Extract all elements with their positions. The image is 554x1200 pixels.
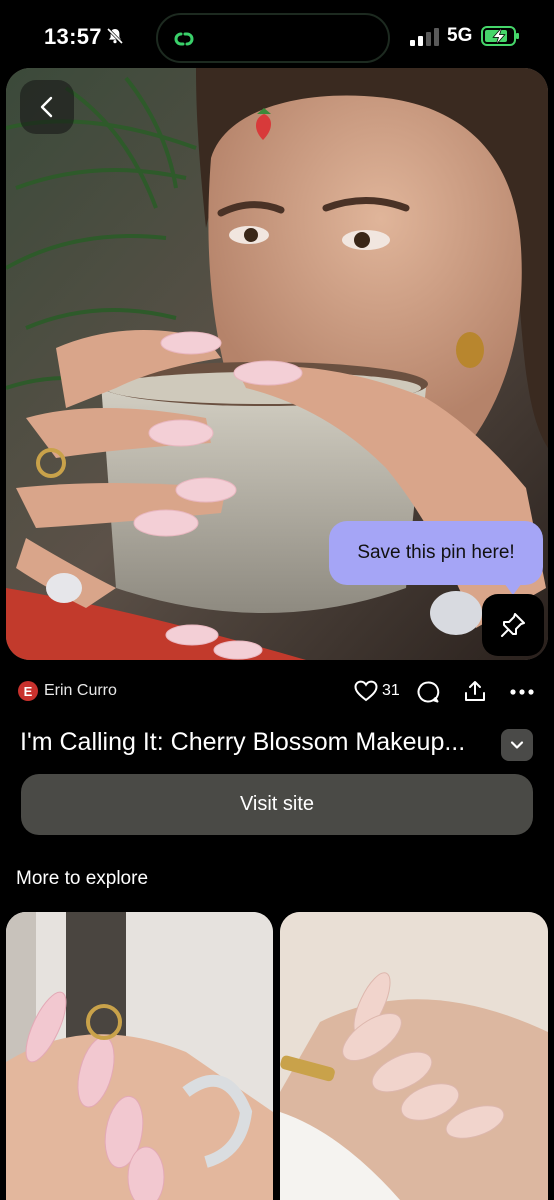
like-count: 31	[382, 682, 400, 699]
pin-icon	[501, 613, 525, 637]
visit-site-label: Visit site	[239, 793, 315, 815]
author-avatar[interactable]: E	[18, 681, 38, 701]
save-pin-button[interactable]	[482, 594, 544, 656]
author-initial: E	[23, 683, 33, 699]
explore-card-image	[280, 912, 548, 1200]
expand-description-button[interactable]	[501, 729, 533, 761]
save-tooltip: Save this pin here!	[329, 521, 543, 585]
status-time: 13:57	[44, 24, 102, 49]
more-icon[interactable]	[509, 680, 535, 704]
status-bar: 13:57 5G	[0, 0, 554, 70]
section-title: More to explore	[16, 868, 149, 889]
signal-icon	[410, 28, 439, 46]
link-icon	[174, 32, 194, 46]
pin-image[interactable]: Save this pin here!	[6, 68, 548, 660]
battery-charging-icon	[481, 26, 519, 46]
back-button[interactable]	[20, 80, 74, 134]
visit-site-button[interactable]: Visit site	[21, 774, 533, 835]
chevron-down-icon	[510, 741, 524, 749]
dynamic-island[interactable]	[156, 13, 390, 63]
bell-slash-icon	[106, 27, 124, 45]
explore-card[interactable]	[280, 912, 548, 1200]
pin-meta-row: E Erin Curro 31	[18, 680, 538, 704]
explore-card[interactable]	[6, 912, 273, 1200]
explore-card-image	[6, 912, 273, 1200]
pin-title: I'm Calling It: Cherry Blossom Makeup...	[20, 728, 466, 756]
heart-icon[interactable]	[354, 680, 378, 702]
tooltip-text: Save this pin here!	[357, 542, 515, 563]
chevron-left-icon	[40, 96, 53, 118]
network-label: 5G	[447, 25, 473, 46]
comment-icon[interactable]	[416, 680, 440, 704]
share-icon[interactable]	[463, 679, 487, 703]
author-name[interactable]: Erin Curro	[44, 682, 117, 700]
